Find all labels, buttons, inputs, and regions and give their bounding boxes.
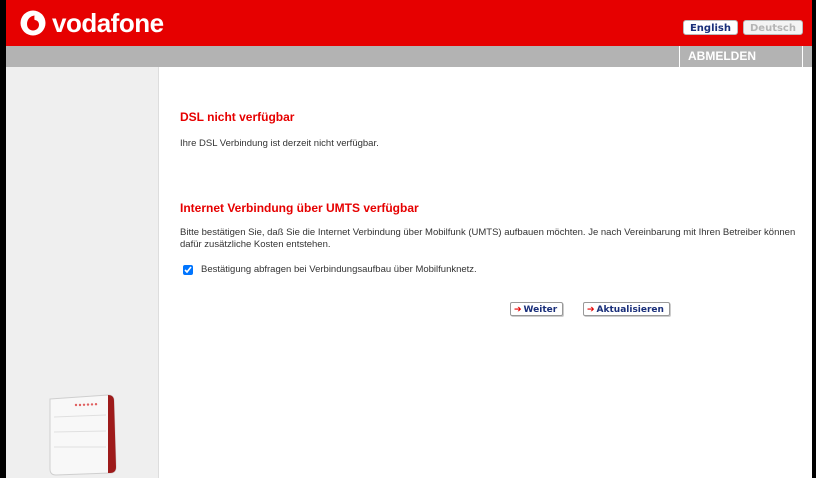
refresh-button[interactable]: ➔ Aktualisieren: [583, 302, 670, 316]
arrow-right-icon: ➔: [587, 305, 595, 315]
router-device-image: [49, 394, 117, 476]
arrow-right-icon: ➔: [514, 305, 522, 315]
logout-link[interactable]: ABMELDEN: [679, 46, 803, 67]
sidebar: [6, 67, 159, 478]
dsl-status-text: Ihre DSL Verbindung ist derzeit nicht ve…: [180, 138, 379, 149]
next-button[interactable]: ➔ Weiter: [510, 302, 564, 316]
vodafone-logo: vodafone: [20, 9, 164, 37]
page-frame: vodafone English Deutsch ABMELDEN DSL ni…: [6, 0, 812, 478]
confirmation-checkbox-label: Bestätigung abfragen bei Verbindungsaufb…: [201, 264, 477, 275]
confirmation-checkbox[interactable]: [183, 264, 193, 275]
brand-name: vodafone: [52, 8, 164, 38]
vodafone-speechmark-icon: [20, 10, 46, 36]
next-button-label: Weiter: [523, 305, 558, 315]
language-english-button[interactable]: English: [683, 20, 738, 35]
header-bar: vodafone English Deutsch: [6, 0, 812, 46]
umts-title: Internet Verbindung über UMTS verfügbar: [180, 201, 419, 215]
umts-description: Bitte bestätigen Sie, daß Sie die Intern…: [180, 227, 796, 250]
language-deutsch-button[interactable]: Deutsch: [743, 20, 803, 35]
confirmation-checkbox-row[interactable]: Bestätigung abfragen bei Verbindungsaufb…: [183, 264, 477, 275]
refresh-button-label: Aktualisieren: [596, 305, 664, 315]
dsl-status-title: DSL nicht verfügbar: [180, 110, 295, 124]
